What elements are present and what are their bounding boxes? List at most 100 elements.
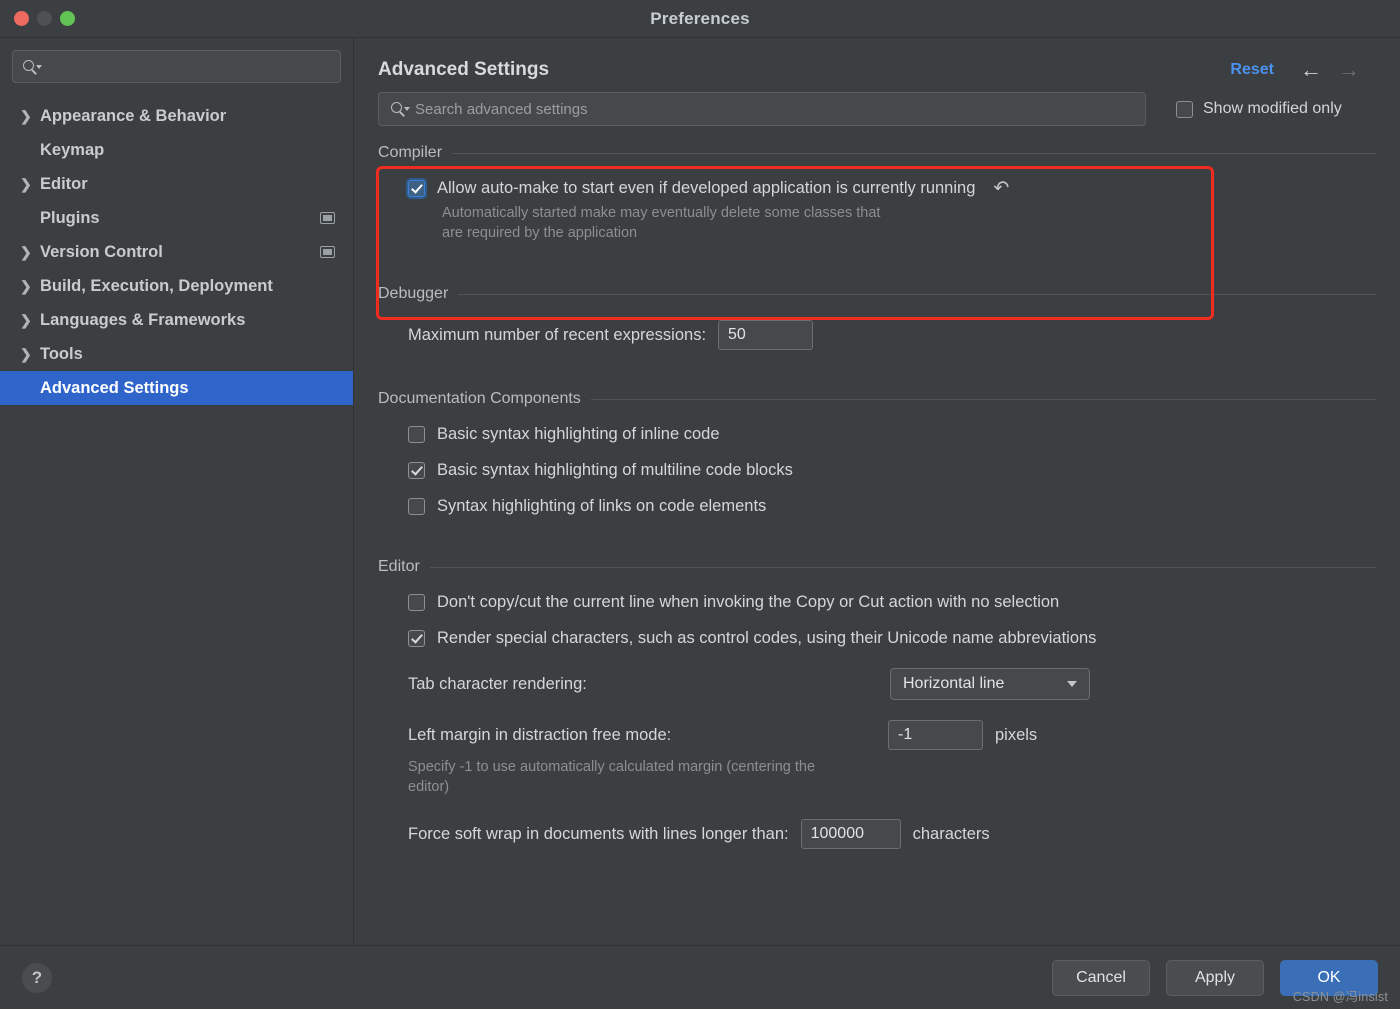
compiler-automake-label: Allow auto-make to start even if develop… xyxy=(437,179,975,198)
sidebar-item-plugins[interactable]: ❯ Plugins xyxy=(0,201,353,235)
editor-special-chars-option[interactable]: Render special characters, such as contr… xyxy=(408,629,1376,648)
doc-inline-code-option[interactable]: Basic syntax highlighting of inline code xyxy=(408,425,1376,444)
compiler-automake-option[interactable]: Allow auto-make to start even if develop… xyxy=(408,179,1376,198)
show-modified-only-label: Show modified only xyxy=(1203,100,1342,118)
traffic-lights xyxy=(0,11,75,26)
chevron-right-icon: ❯ xyxy=(20,279,40,293)
section-title: Compiler xyxy=(378,144,442,162)
editor-left-margin-unit: pixels xyxy=(995,726,1037,745)
editor-left-margin-input[interactable]: -1 xyxy=(888,720,983,750)
editor-soft-wrap-label: Force soft wrap in documents with lines … xyxy=(408,825,789,844)
editor-left-margin-label: Left margin in distraction free mode: xyxy=(408,726,876,745)
minimize-window-icon[interactable] xyxy=(37,11,52,26)
cancel-button[interactable]: Cancel xyxy=(1052,960,1150,996)
description-line-2: are required by the application xyxy=(442,224,1002,244)
help-button[interactable]: ? xyxy=(22,963,52,993)
chevron-right-icon: ❯ xyxy=(20,347,40,361)
window-title: Preferences xyxy=(0,9,1400,29)
back-arrow-icon[interactable]: ← xyxy=(1300,59,1322,81)
dialog-footer: ? Cancel Apply OK CSDN @冯insist xyxy=(0,945,1400,1009)
hint-line-1: Specify -1 to use automatically calculat… xyxy=(408,758,878,778)
debugger-max-expressions-label: Maximum number of recent expressions: xyxy=(408,326,706,345)
section-compiler: Compiler Allow auto-make to start even i… xyxy=(378,144,1376,243)
editor-tab-rendering-row: Tab character rendering: Horizontal line xyxy=(408,668,1376,700)
section-header: Compiler xyxy=(378,144,1376,162)
doc-links-label: Syntax highlighting of links on code ele… xyxy=(437,497,766,516)
chevron-down-icon xyxy=(1067,681,1077,687)
sidebar-item-keymap[interactable]: ❯ Keymap xyxy=(0,133,353,167)
editor-special-chars-checkbox[interactable] xyxy=(408,630,425,647)
sidebar-item-label: Build, Execution, Deployment xyxy=(40,277,335,296)
hint-line-2: editor) xyxy=(408,778,878,798)
editor-soft-wrap-row: Force soft wrap in documents with lines … xyxy=(408,819,1376,849)
debugger-max-expressions-input[interactable]: 50 xyxy=(718,320,813,350)
section-editor: Editor Don't copy/cut the current line w… xyxy=(378,558,1376,849)
sidebar-item-build-execution-deployment[interactable]: ❯ Build, Execution, Deployment xyxy=(0,269,353,303)
sidebar-item-appearance-behavior[interactable]: ❯ Appearance & Behavior xyxy=(0,99,353,133)
editor-copycut-label: Don't copy/cut the current line when inv… xyxy=(437,593,1059,612)
doc-multiline-code-label: Basic syntax highlighting of multiline c… xyxy=(437,461,793,480)
editor-left-margin-row: Left margin in distraction free mode: -1… xyxy=(408,720,1376,750)
sidebar-item-editor[interactable]: ❯ Editor xyxy=(0,167,353,201)
sidebar-item-label: Appearance & Behavior xyxy=(40,107,335,126)
settings-sidebar: ❯ Appearance & Behavior ❯ Keymap ❯ Edito… xyxy=(0,38,354,945)
section-title: Editor xyxy=(378,558,420,576)
editor-copycut-option[interactable]: Don't copy/cut the current line when inv… xyxy=(408,593,1376,612)
doc-inline-code-checkbox[interactable] xyxy=(408,426,425,443)
revert-to-default-icon[interactable]: ↶ xyxy=(993,179,1009,198)
doc-multiline-code-checkbox[interactable] xyxy=(408,462,425,479)
doc-links-checkbox[interactable] xyxy=(408,498,425,515)
sidebar-item-label: Languages & Frameworks xyxy=(40,311,335,330)
compiler-automake-checkbox[interactable] xyxy=(408,180,425,197)
editor-tab-rendering-label: Tab character rendering: xyxy=(408,675,878,694)
settings-content: Advanced Settings Reset ← → Show modifie… xyxy=(354,38,1400,945)
section-divider xyxy=(452,153,1376,154)
sidebar-item-label: Version Control xyxy=(40,243,320,262)
show-modified-only-toggle[interactable]: Show modified only xyxy=(1176,100,1342,118)
window-body: ❯ Appearance & Behavior ❯ Keymap ❯ Edito… xyxy=(0,38,1400,945)
sidebar-search-box[interactable] xyxy=(12,50,341,83)
chevron-right-icon: ❯ xyxy=(20,313,40,327)
description-line-1: Automatically started make may eventuall… xyxy=(442,204,1002,224)
section-divider xyxy=(430,567,1376,568)
page-title: Advanced Settings xyxy=(378,59,1230,81)
section-documentation-components: Documentation Components Basic syntax hi… xyxy=(378,390,1376,516)
editor-copycut-checkbox[interactable] xyxy=(408,594,425,611)
search-icon xyxy=(391,101,409,117)
editor-left-margin-hint: Specify -1 to use automatically calculat… xyxy=(408,758,878,797)
doc-links-option[interactable]: Syntax highlighting of links on code ele… xyxy=(408,497,1376,516)
sidebar-item-tools[interactable]: ❯ Tools xyxy=(0,337,353,371)
chevron-right-icon: ❯ xyxy=(20,177,40,191)
forward-arrow-icon: → xyxy=(1338,59,1360,81)
editor-soft-wrap-input[interactable]: 100000 xyxy=(801,819,901,849)
sidebar-item-version-control[interactable]: ❯ Version Control xyxy=(0,235,353,269)
editor-tab-rendering-value: Horizontal line xyxy=(903,675,1004,693)
sidebar-item-label: Plugins xyxy=(40,209,320,228)
maximize-window-icon[interactable] xyxy=(60,11,75,26)
advanced-search-box[interactable] xyxy=(378,92,1146,126)
show-modified-only-checkbox[interactable] xyxy=(1176,101,1193,118)
advanced-search-input[interactable] xyxy=(415,101,1133,118)
sidebar-item-languages-frameworks[interactable]: ❯ Languages & Frameworks xyxy=(0,303,353,337)
close-window-icon[interactable] xyxy=(14,11,29,26)
reset-button[interactable]: Reset xyxy=(1230,61,1274,79)
search-icon xyxy=(23,59,41,75)
compiler-automake-description: Automatically started make may eventuall… xyxy=(442,204,1002,243)
section-header: Documentation Components xyxy=(378,390,1376,408)
sidebar-search-input[interactable] xyxy=(45,59,330,75)
content-header: Advanced Settings Reset ← → xyxy=(378,38,1376,86)
title-bar: Preferences xyxy=(0,0,1400,38)
section-title: Debugger xyxy=(378,285,448,303)
editor-soft-wrap-unit: characters xyxy=(913,825,990,844)
apply-button[interactable]: Apply xyxy=(1166,960,1264,996)
chevron-right-icon: ❯ xyxy=(20,109,40,123)
editor-tab-rendering-select[interactable]: Horizontal line xyxy=(890,668,1090,700)
sidebar-item-advanced-settings[interactable]: ❯ Advanced Settings xyxy=(0,371,353,405)
doc-multiline-code-option[interactable]: Basic syntax highlighting of multiline c… xyxy=(408,461,1376,480)
project-scope-badge-icon xyxy=(320,212,335,224)
preferences-window: Preferences ❯ Appearance & Behavior ❯ Ke… xyxy=(0,0,1400,1009)
debugger-max-expressions-row: Maximum number of recent expressions: 50 xyxy=(408,320,1376,350)
project-scope-badge-icon xyxy=(320,246,335,258)
advanced-search-row: Show modified only xyxy=(378,92,1376,126)
doc-inline-code-label: Basic syntax highlighting of inline code xyxy=(437,425,720,444)
